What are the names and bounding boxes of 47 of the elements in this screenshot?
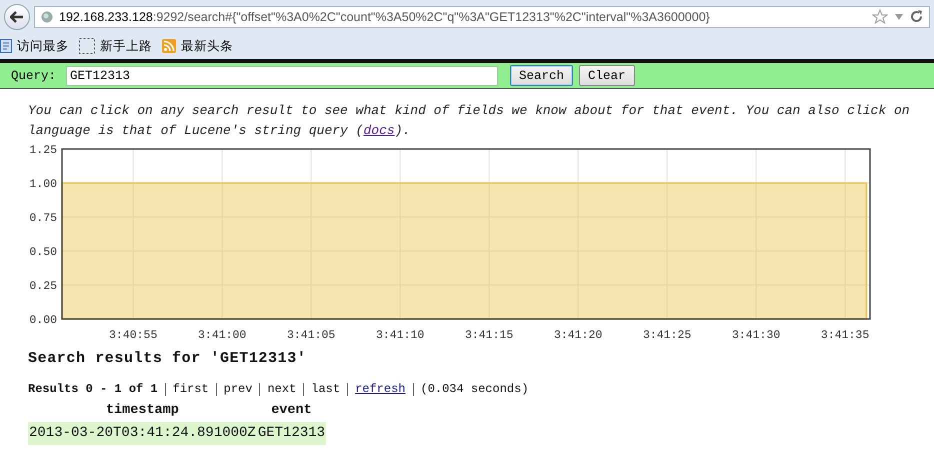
star-icon[interactable] [872, 8, 888, 24]
dropdown-caret-icon[interactable] [894, 12, 904, 20]
search-button[interactable]: Search [510, 65, 574, 86]
column-header: timestamp [28, 403, 257, 422]
column-header: event [256, 403, 326, 422]
rss-feed-icon [162, 39, 176, 53]
x-tick-label: 3:41:20 [554, 329, 602, 342]
pager-link[interactable]: next [267, 382, 296, 396]
y-tick-label: 0.50 [29, 246, 57, 259]
y-tick-label: 0.75 [29, 212, 57, 225]
x-tick-label: 3:41:00 [198, 329, 246, 342]
table-cell[interactable]: GET12313 [256, 422, 326, 445]
back-arrow-icon [10, 10, 24, 22]
x-tick-label: 3:41:10 [376, 329, 424, 342]
globe-icon [41, 10, 53, 22]
results-count: Results 0 - 1 of 1 [28, 382, 158, 396]
help-text: You can click on any search result to see what kind of fields we know about for that event. You can also click on [28, 102, 911, 120]
query-time: (0.034 seconds) [420, 382, 529, 396]
reload-icon[interactable] [910, 10, 923, 23]
query-field[interactable]: GET12313 [66, 66, 498, 86]
y-tick-label: 0.00 [29, 314, 57, 327]
x-tick-label: 3:41:25 [642, 329, 692, 342]
x-tick-label: 3:40:55 [109, 329, 158, 342]
refresh-link[interactable]: refresh [355, 382, 406, 396]
x-tick-label: 3:41:15 [464, 329, 514, 342]
x-tick-label: 3:41:30 [732, 329, 780, 342]
bookmark-page-icon [0, 39, 12, 53]
results-heading: Search results for 'GET12313' [28, 350, 308, 367]
x-tick-label: 3:41:35 [820, 329, 870, 342]
clear-button[interactable]: Clear [579, 65, 635, 86]
table-cell[interactable]: 2013-03-20T03:41:24.891000Z [28, 422, 257, 445]
address-field[interactable]: 192.168.233.128:9292/search#{"offset"%3A0%2C"count"%3A50%2C"q"%3A"GET12313"%2C"interval"%3A3600000} [34, 6, 930, 28]
y-tick-label: 1.25 [29, 144, 57, 157]
bookmark-link[interactable]: 新手上路 [79, 38, 156, 54]
bookmark-link[interactable]: 访问最多 [0, 38, 73, 54]
docs-link[interactable]: docs [363, 123, 395, 138]
dashed-square-icon [79, 38, 95, 54]
y-tick-label: 1.00 [29, 178, 57, 191]
back-button[interactable] [4, 4, 30, 30]
pager-link[interactable]: prev [224, 382, 252, 396]
y-tick-label: 0.25 [29, 280, 57, 293]
bookmark-link[interactable]: 最新头条 [162, 38, 237, 54]
help-text: language is that of Lucene's string query (docs). [28, 122, 412, 140]
query-label: Query: [11, 68, 56, 82]
pager-link[interactable]: first [172, 382, 209, 396]
pager-link[interactable]: last [311, 382, 340, 396]
x-tick-label: 3:41:05 [287, 329, 336, 342]
